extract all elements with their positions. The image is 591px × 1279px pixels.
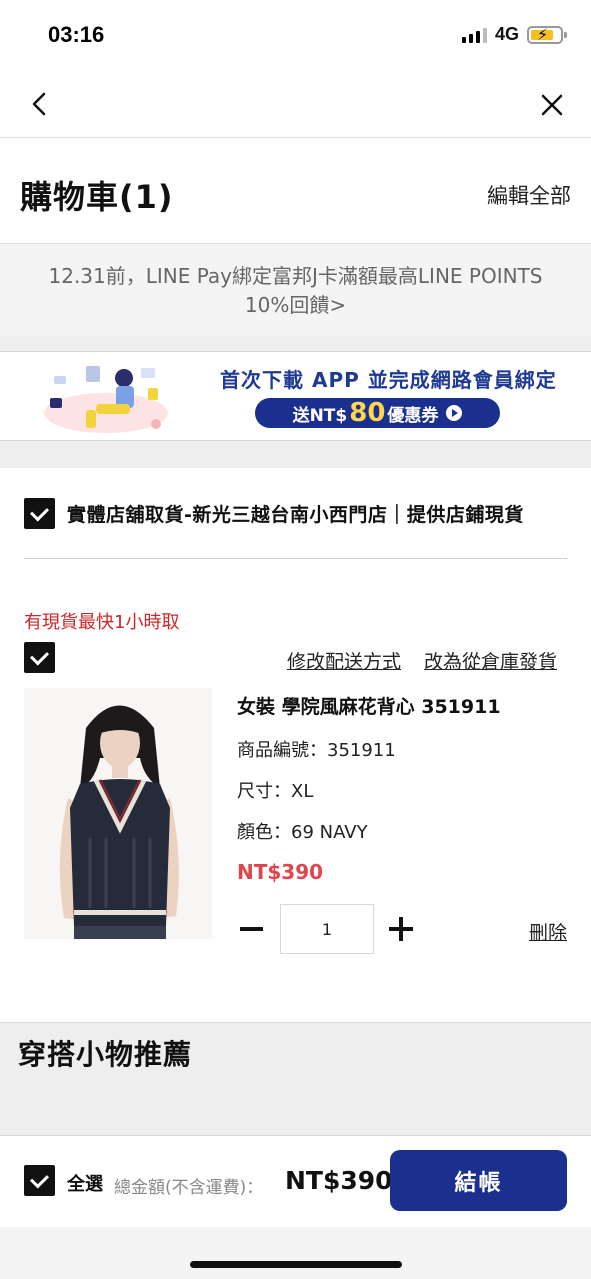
coupon-pill-button[interactable]: 送NT$ 80 優惠券 xyxy=(255,398,500,428)
quantity-increase-button[interactable] xyxy=(389,916,415,942)
item-checkbox[interactable] xyxy=(24,642,55,673)
change-delivery-link[interactable]: 修改配送方式 xyxy=(287,647,401,674)
page-title: 購物車(1) xyxy=(20,178,174,216)
back-arrow-icon[interactable] xyxy=(26,88,56,120)
promo-line-2: 10%回饋> xyxy=(244,293,347,317)
status-indicators: 4G ⚡ xyxy=(461,24,567,45)
battery-icon: ⚡ xyxy=(527,25,567,44)
network-type: 4G xyxy=(494,24,519,44)
checkout-bar: 全選 總金額(不含運費)： NT$390 結帳 xyxy=(0,1135,591,1227)
quantity-decrease-button[interactable] xyxy=(240,916,264,942)
signal-icon xyxy=(461,27,487,43)
delete-item-link[interactable]: 刪除 xyxy=(529,918,567,945)
banner-headline: 首次下載 APP 並完成網路會員綁定 xyxy=(220,368,557,392)
quantity-input[interactable]: 1 xyxy=(280,904,374,954)
app-download-banner[interactable]: 首次下載 APP 並完成網路會員綁定 送NT$ 80 優惠券 xyxy=(0,351,591,441)
stock-note: 有現貨最快1小時取 xyxy=(24,612,180,633)
total-label: 總金額(不含運費)： xyxy=(114,1178,264,1198)
product-code: 商品編號：351911 xyxy=(237,740,396,761)
edit-all-button[interactable]: 編輯全部 xyxy=(487,180,571,210)
recommendation-section: 穿搭小物推薦 xyxy=(0,1022,591,1135)
product-name[interactable]: 女裝 學院風麻花背心 351911 xyxy=(237,692,501,719)
divider xyxy=(24,558,567,559)
play-icon xyxy=(446,405,463,421)
store-checkbox[interactable] xyxy=(24,498,55,529)
coupon-prefix: 送NT$ xyxy=(292,405,348,426)
product-size: 尺寸：XL xyxy=(237,781,314,802)
promo-banner-text[interactable]: 12.31前，LINE Pay綁定富邦J卡滿額最高LINE POINTS 10%… xyxy=(0,244,591,336)
title-row: 購物車(1) 編輯全部 xyxy=(0,138,591,244)
store-title: 實體店舖取貨-新光三越台南小西門店｜提供店鋪現貨 xyxy=(67,504,524,526)
product-price: NT$390 xyxy=(237,860,324,884)
coupon-amount: 80 xyxy=(349,398,386,428)
recommendation-title: 穿搭小物推薦 xyxy=(18,1038,193,1071)
promo-line-1: 12.31前，LINE Pay綁定富邦J卡滿額最高LINE POINTS xyxy=(48,264,543,288)
product-color: 顏色：69 NAVY xyxy=(237,822,368,843)
status-time: 03:16 xyxy=(48,22,105,47)
home-indicator[interactable] xyxy=(190,1261,402,1268)
ship-from-warehouse-link[interactable]: 改為從倉庫發貨 xyxy=(424,647,557,674)
coupon-suffix: 優惠券 xyxy=(387,405,439,426)
banner-section: 首次下載 APP 並完成網路會員綁定 送NT$ 80 優惠券 xyxy=(0,336,591,468)
shopping-girl-illustration xyxy=(44,366,168,433)
total-amount: NT$390 xyxy=(285,1166,393,1195)
nav-bar xyxy=(0,72,591,138)
select-all-label[interactable]: 全選 xyxy=(67,1170,103,1196)
home-indicator-area xyxy=(0,1227,591,1279)
status-bar: 03:16 4G ⚡ xyxy=(0,0,591,72)
select-all-checkbox[interactable] xyxy=(24,1165,55,1196)
product-image[interactable] xyxy=(24,688,212,939)
checkout-button[interactable]: 結帳 xyxy=(390,1150,567,1211)
close-icon[interactable] xyxy=(537,90,567,120)
product-photo-illustration xyxy=(24,688,212,939)
